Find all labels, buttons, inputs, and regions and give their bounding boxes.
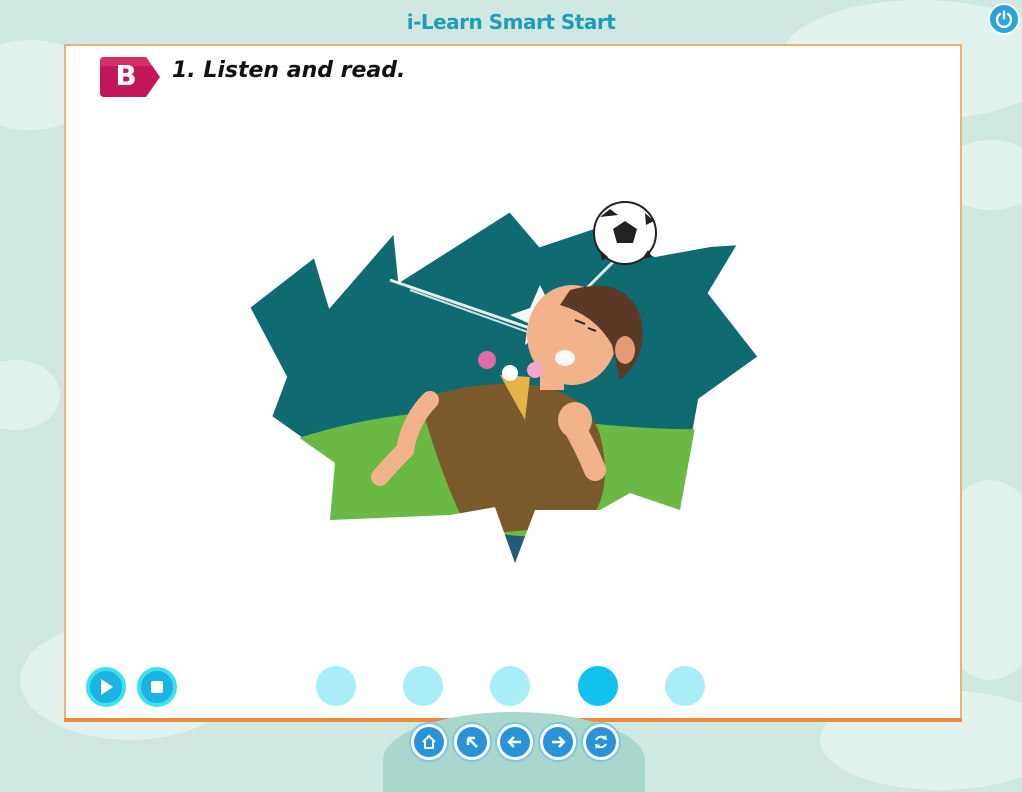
lesson-illustration [245,201,763,569]
refresh-button[interactable] [583,724,619,760]
app-title: i-Learn Smart Start [406,10,616,34]
stop-icon [151,681,163,693]
play-button[interactable] [86,667,126,707]
arrow-right-icon [552,736,566,748]
play-icon [101,679,113,695]
previous-button[interactable] [497,724,533,760]
arrow-left-icon [507,736,521,748]
refresh-icon [595,735,607,749]
background-cloud [0,360,60,430]
page-dot-5[interactable] [665,666,705,706]
section-letter: B [115,59,137,92]
page-dot-1[interactable] [316,666,356,706]
page-dot-3[interactable] [490,666,530,706]
page-dot-4-active[interactable] [578,666,618,706]
power-button[interactable] [988,3,1020,35]
next-button[interactable] [540,724,576,760]
power-icon [995,10,1013,28]
home-button[interactable] [411,724,447,760]
instruction-text: 1. Listen and read. [172,58,406,83]
back-button[interactable] [454,724,490,760]
arrow-up-left-icon [466,736,478,748]
page-dot-2[interactable] [403,666,443,706]
stop-button[interactable] [137,667,177,707]
home-icon [422,734,436,749]
